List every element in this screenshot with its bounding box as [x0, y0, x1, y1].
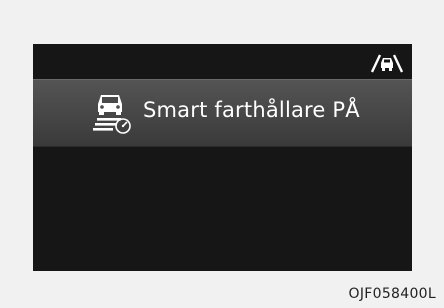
notification-banner: Smart farthållare PÅ: [33, 79, 412, 147]
smart-cruise-control-icon: [93, 95, 131, 134]
figure-code: OJF058400L: [348, 286, 436, 302]
banner-message: Smart farthållare PÅ: [143, 98, 360, 122]
cluster-display: Smart farthållare PÅ: [33, 44, 412, 271]
lane-assist-car-icon: [370, 54, 404, 73]
